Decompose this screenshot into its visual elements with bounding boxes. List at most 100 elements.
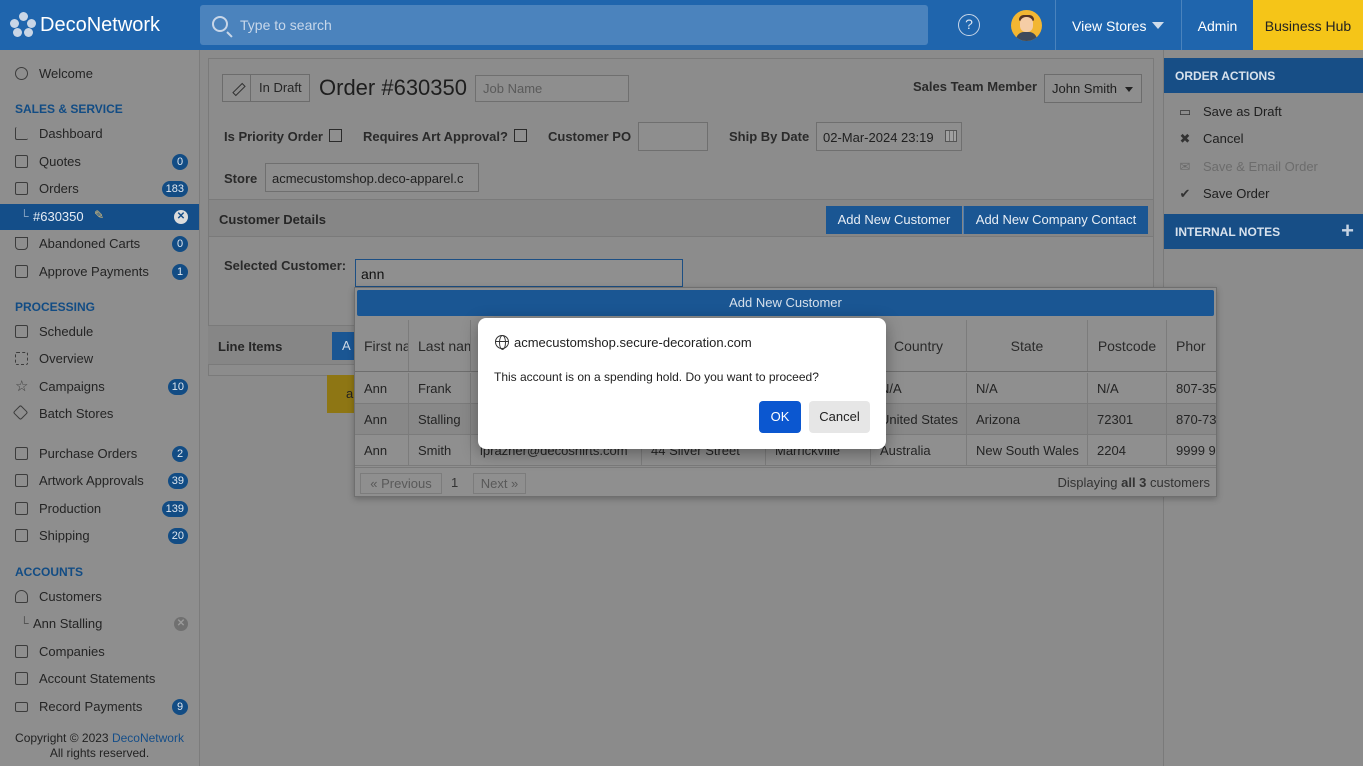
column-header-phone[interactable]: Phor xyxy=(1167,320,1216,371)
copyright-brand-link[interactable]: DecoNetwork xyxy=(112,731,184,745)
shipping-count-badge: 20 xyxy=(167,528,188,544)
sidebar-item-companies[interactable]: Companies xyxy=(0,639,199,665)
sidebar-item-production[interactable]: Production 139 xyxy=(0,496,199,522)
tree-branch-icon: └ xyxy=(20,209,29,223)
search-box[interactable] xyxy=(200,5,928,45)
column-header-state[interactable]: State xyxy=(967,320,1088,371)
business-hub-button[interactable]: Business Hub xyxy=(1253,0,1363,50)
close-icon[interactable]: ✕ xyxy=(174,617,188,631)
checkmark-icon: ✔ xyxy=(1179,186,1191,201)
document-icon xyxy=(15,155,28,168)
next-page-button[interactable]: Next » xyxy=(473,473,526,494)
sidebar-item-dashboard[interactable]: Dashboard xyxy=(0,121,199,147)
chevron-down-icon xyxy=(1125,87,1133,92)
priority-checkbox[interactable] xyxy=(329,129,342,142)
info-icon xyxy=(15,67,28,80)
help-icon[interactable]: ? xyxy=(958,14,980,36)
column-header-postcode[interactable]: Postcode xyxy=(1088,320,1167,371)
sidebar-item-overview[interactable]: Overview xyxy=(0,346,199,372)
grid-icon xyxy=(15,352,28,365)
sidebar-item-account-statements[interactable]: Account Statements xyxy=(0,666,199,692)
art-approval-label: Requires Art Approval? xyxy=(363,129,508,144)
sidebar-item-current-order[interactable]: └ #630350 ✎ ✕ xyxy=(0,204,199,230)
sidebar-item-campaigns[interactable]: ☆ Campaigns 10 xyxy=(0,374,199,400)
sidebar-item-purchase-orders[interactable]: Purchase Orders 2 xyxy=(0,441,199,467)
sidebar-item-current-customer[interactable]: └ Ann Stalling ✕ xyxy=(0,611,199,637)
add-item-yellow-button[interactable]: a xyxy=(327,375,357,413)
cancel-order-button[interactable]: ✖ Cancel xyxy=(1178,131,1244,147)
save-order-button[interactable]: ✔ Save Order xyxy=(1178,186,1270,202)
logo-text: DecoNetwork xyxy=(40,13,161,36)
confirm-dialog: acmecustomshop.secure-decoration.com Thi… xyxy=(478,318,886,449)
logo[interactable]: DecoNetwork xyxy=(10,10,160,40)
star-icon: ☆ xyxy=(15,378,29,395)
folder-icon xyxy=(15,265,28,278)
view-stores-button[interactable]: View Stores xyxy=(1055,0,1181,50)
customer-details-bar: Customer Details Add New Customer Add Ne… xyxy=(209,199,1153,237)
draft-status-button[interactable]: In Draft xyxy=(222,74,310,102)
add-note-plus-icon[interactable]: + xyxy=(1341,220,1354,242)
ok-button[interactable]: OK xyxy=(759,401,801,433)
ship-by-date-input[interactable]: 02-Mar-2024 23:19 xyxy=(816,122,962,151)
approve-payments-count-badge: 1 xyxy=(172,264,188,280)
sidebar-item-record-payments[interactable]: Record Payments 9 xyxy=(0,694,199,720)
customer-po-input[interactable] xyxy=(638,122,708,151)
image-icon xyxy=(15,474,28,487)
avatar[interactable] xyxy=(1011,10,1042,41)
column-header-first-name[interactable]: First name xyxy=(355,320,409,371)
internal-notes-heading: INTERNAL NOTES + xyxy=(1164,214,1363,249)
credit-card-icon xyxy=(15,702,28,712)
diamond-icon xyxy=(12,404,29,421)
sidebar-item-artwork-approvals[interactable]: Artwork Approvals 39 xyxy=(0,468,199,494)
sidebar-item-orders[interactable]: Orders 183 xyxy=(0,176,199,202)
sidebar-item-customers[interactable]: Customers xyxy=(0,584,199,610)
selected-customer-input[interactable]: ann xyxy=(355,259,683,287)
job-name-input[interactable] xyxy=(475,75,629,102)
sidebar-heading-sales: SALES & SERVICE xyxy=(15,102,123,116)
printer-icon xyxy=(15,502,28,515)
column-header-last-name[interactable]: Last name xyxy=(409,320,471,371)
purchase-orders-count-badge: 2 xyxy=(172,446,188,462)
sidebar: Welcome SALES & SERVICE Dashboard Quotes… xyxy=(0,50,200,766)
artwork-approvals-count-badge: 39 xyxy=(167,473,188,489)
customer-details-title: Customer Details xyxy=(219,212,326,227)
results-pager: « Previous 1 Next » Displaying all 3 cus… xyxy=(355,467,1216,496)
add-company-contact-button[interactable]: Add New Company Contact xyxy=(963,206,1148,234)
dialog-message: This account is on a spending hold. Do y… xyxy=(494,370,819,384)
production-count-badge: 139 xyxy=(161,501,188,517)
campaigns-count-badge: 10 xyxy=(167,379,188,395)
cancel-button[interactable]: Cancel xyxy=(809,401,870,433)
results-count-text: Displaying all 3 customers xyxy=(1057,475,1211,490)
close-icon[interactable]: ✕ xyxy=(174,210,188,224)
line-items-title: Line Items xyxy=(218,339,283,354)
sidebar-item-approve-payments[interactable]: Approve Payments 1 xyxy=(0,259,199,285)
sales-team-select[interactable]: John Smith xyxy=(1044,74,1142,103)
previous-page-button[interactable]: « Previous xyxy=(360,473,442,494)
sidebar-item-welcome[interactable]: Welcome xyxy=(0,61,199,87)
save-draft-button[interactable]: ▭ Save as Draft xyxy=(1178,104,1282,120)
sales-team-label: Sales Team Member xyxy=(913,79,1038,94)
results-add-new-customer-button[interactable]: Add New Customer xyxy=(357,290,1214,316)
add-new-customer-button[interactable]: Add New Customer xyxy=(826,206,962,234)
sidebar-item-shipping[interactable]: Shipping 20 xyxy=(0,523,199,549)
sidebar-item-schedule[interactable]: Schedule xyxy=(0,319,199,345)
document-list-icon xyxy=(15,447,28,460)
art-approval-checkbox[interactable] xyxy=(514,129,527,142)
copyright: Copyright © 2023 DecoNetwork All rights … xyxy=(15,731,184,760)
store-input[interactable]: acmecustomshop.deco-apparel.c xyxy=(265,163,479,192)
search-input[interactable] xyxy=(240,15,840,35)
current-page-number[interactable]: 1 xyxy=(451,475,458,490)
list-icon xyxy=(15,182,28,195)
sidebar-item-batch-stores[interactable]: Batch Stores xyxy=(0,401,199,427)
sidebar-heading-accounts: ACCOUNTS xyxy=(15,565,83,579)
order-actions-heading: ORDER ACTIONS xyxy=(1164,58,1363,93)
page-title: Order #630350 xyxy=(319,75,467,100)
speech-bubble-icon: ▭ xyxy=(1178,104,1192,119)
store-label: Store xyxy=(224,171,258,186)
sidebar-item-quotes[interactable]: Quotes 0 xyxy=(0,149,199,175)
sidebar-item-abandoned-carts[interactable]: Abandoned Carts 0 xyxy=(0,231,199,257)
calendar-icon[interactable] xyxy=(945,130,957,142)
globe-icon xyxy=(495,335,509,350)
close-icon: ✖ xyxy=(1179,131,1191,146)
admin-button[interactable]: Admin xyxy=(1181,0,1253,50)
